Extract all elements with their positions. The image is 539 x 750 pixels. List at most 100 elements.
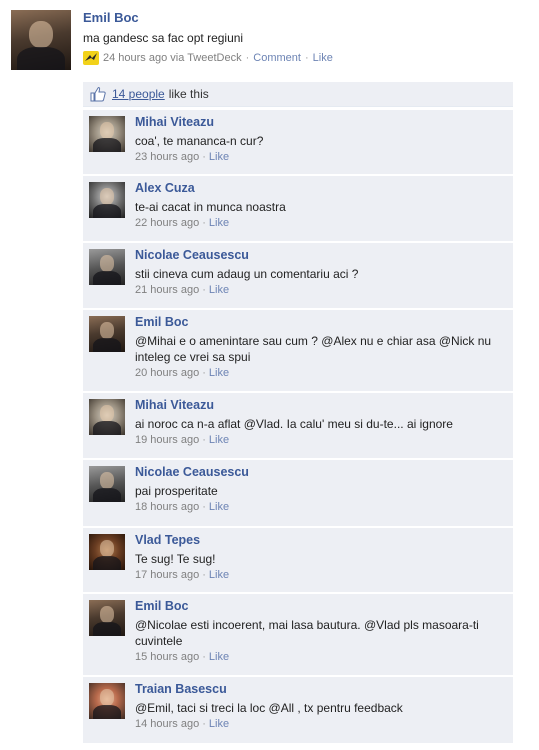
post-body: Emil Boc ma gandesc sa fac opt regiuni 2… (83, 10, 523, 65)
avatar[interactable] (89, 683, 125, 719)
comment-time: 19 hours ago (135, 434, 200, 446)
separator: · (202, 151, 206, 163)
avatar[interactable] (11, 10, 71, 70)
comment-like-link[interactable]: Like (209, 651, 229, 663)
comment-time: 17 hours ago (135, 569, 200, 581)
comment-author[interactable]: Emil Boc (135, 599, 505, 613)
avatar-shoulders (92, 705, 122, 719)
comment-body: Alex Cuza te-ai cacat in munca noastra 22 … (135, 181, 505, 229)
comment: Emil Boc @Nicolae esti incoerent, mai las… (83, 594, 513, 675)
comment-time: 15 hours ago (135, 651, 200, 663)
comment-meta: 19 hours ago · Like (135, 434, 505, 446)
comment-text: @Nicolae esti incoerent, mai lasa bautur… (135, 618, 479, 648)
comment: Vlad Tepes Te sug! Te sug! 17 hours ago · Li… (83, 528, 513, 592)
avatar[interactable] (89, 534, 125, 570)
comment-like-link[interactable]: Like (209, 284, 229, 296)
comment-time: 22 hours ago (135, 217, 200, 229)
comment-text: ai noroc ca n-a aflat @Vlad. Ia calu' me… (135, 417, 453, 431)
avatar-face (99, 188, 115, 206)
avatar-face (99, 122, 115, 140)
avatar-shoulders (92, 622, 122, 636)
comment-author[interactable]: Alex Cuza (135, 181, 505, 195)
avatar-face (99, 606, 115, 624)
avatar[interactable] (89, 466, 125, 502)
avatar-face (99, 322, 115, 340)
comment-like-link[interactable]: Like (209, 434, 229, 446)
comment-text: pai prosperitate (135, 484, 218, 498)
separator: · (202, 651, 206, 663)
comment-meta: 17 hours ago · Like (135, 569, 505, 581)
comment-body: Traian Basescu @Emil, taci si treci la lo… (135, 682, 505, 730)
comment-like-link[interactable]: Like (209, 151, 229, 163)
separator: · (202, 367, 206, 379)
avatar-shoulders (92, 138, 122, 152)
avatar-face (99, 540, 115, 558)
comment-meta: 15 hours ago · Like (135, 651, 505, 663)
comment-time: 21 hours ago (135, 284, 200, 296)
separator: · (202, 569, 206, 581)
comment-meta: 20 hours ago · Like (135, 367, 505, 379)
comment-text: te-ai cacat in munca noastra (135, 200, 286, 214)
separator: · (202, 434, 206, 446)
comment-like-link[interactable]: Like (209, 501, 229, 513)
comment-body: Nicolae Ceausescu pai prosperitate 18 hour… (135, 465, 505, 513)
comment-text: coa', te mananca-n cur? (135, 134, 264, 148)
avatar-shoulders (17, 47, 65, 70)
likes-suffix: like this (168, 87, 209, 101)
comment-text: @Emil, taci si treci la loc @All , tx pe… (135, 701, 403, 715)
comment-body: Mihai Viteazu coa', te mananca-n cur? 23 h… (135, 115, 505, 163)
avatar[interactable] (89, 316, 125, 352)
avatar-shoulders (92, 488, 122, 502)
avatar-shoulders (92, 271, 122, 285)
avatar-shoulders (92, 204, 122, 218)
comment-time: 14 hours ago (135, 718, 200, 730)
comment-author[interactable]: Nicolae Ceausescu (135, 465, 505, 479)
post-time: 24 hours ago via TweetDeck (103, 52, 242, 64)
separator: · (304, 52, 309, 64)
post-author[interactable]: Emil Boc (83, 10, 523, 25)
avatar-face (99, 689, 115, 707)
comment-body: Vlad Tepes Te sug! Te sug! 17 hours ago · Li… (135, 533, 505, 581)
comment-body: Nicolae Ceausescu stii cineva cum adaug u… (135, 248, 505, 296)
comment-time: 23 hours ago (135, 151, 200, 163)
comment-link[interactable]: Comment (253, 52, 301, 64)
comment-author[interactable]: Mihai Viteazu (135, 398, 505, 412)
thumbs-up-icon (90, 86, 106, 102)
comment-author[interactable]: Traian Basescu (135, 682, 505, 696)
comment-text: stii cineva cum adaug un comentariu aci … (135, 267, 359, 281)
tweetdeck-icon (83, 51, 99, 65)
comment-like-link[interactable]: Like (209, 718, 229, 730)
comment-like-link[interactable]: Like (209, 367, 229, 379)
comment: Mihai Viteazu ai noroc ca n-a aflat @Vlad… (83, 393, 513, 458)
comment: Nicolae Ceausescu pai prosperitate 18 hour… (83, 460, 513, 526)
comment-meta: 23 hours ago · Like (135, 151, 505, 163)
comment-author[interactable]: Emil Boc (135, 315, 505, 329)
comment-time: 18 hours ago (135, 501, 200, 513)
post-meta: 24 hours ago via TweetDeck · Comment · L… (83, 51, 523, 65)
comment-meta: 22 hours ago · Like (135, 217, 505, 229)
like-link[interactable]: Like (313, 52, 333, 64)
avatar-shoulders (92, 556, 122, 570)
comment-meta: 21 hours ago · Like (135, 284, 505, 296)
comment: Mihai Viteazu coa', te mananca-n cur? 23 h… (83, 110, 513, 174)
comment-text: @Mihai e o amenintare sau cum ? @Alex nu… (135, 334, 492, 364)
comment-like-link[interactable]: Like (209, 569, 229, 581)
comment-author[interactable]: Mihai Viteazu (135, 115, 505, 129)
comment-author[interactable]: Nicolae Ceausescu (135, 248, 505, 262)
avatar[interactable] (89, 600, 125, 636)
avatar[interactable] (89, 116, 125, 152)
comment-text: Te sug! Te sug! (135, 552, 216, 566)
separator: · (245, 52, 250, 64)
comment: Emil Boc @Mihai e o amenintare sau cum ? … (83, 310, 513, 391)
likes-count-link[interactable]: 14 people (112, 87, 165, 101)
separator: · (202, 284, 206, 296)
avatar[interactable] (89, 399, 125, 435)
separator: · (202, 217, 206, 229)
avatar[interactable] (89, 182, 125, 218)
comment-like-link[interactable]: Like (209, 217, 229, 229)
post-text: ma gandesc sa fac opt regiuni (83, 31, 244, 45)
separator: · (202, 718, 206, 730)
avatar-face (99, 255, 115, 273)
avatar[interactable] (89, 249, 125, 285)
comment-author[interactable]: Vlad Tepes (135, 533, 505, 547)
